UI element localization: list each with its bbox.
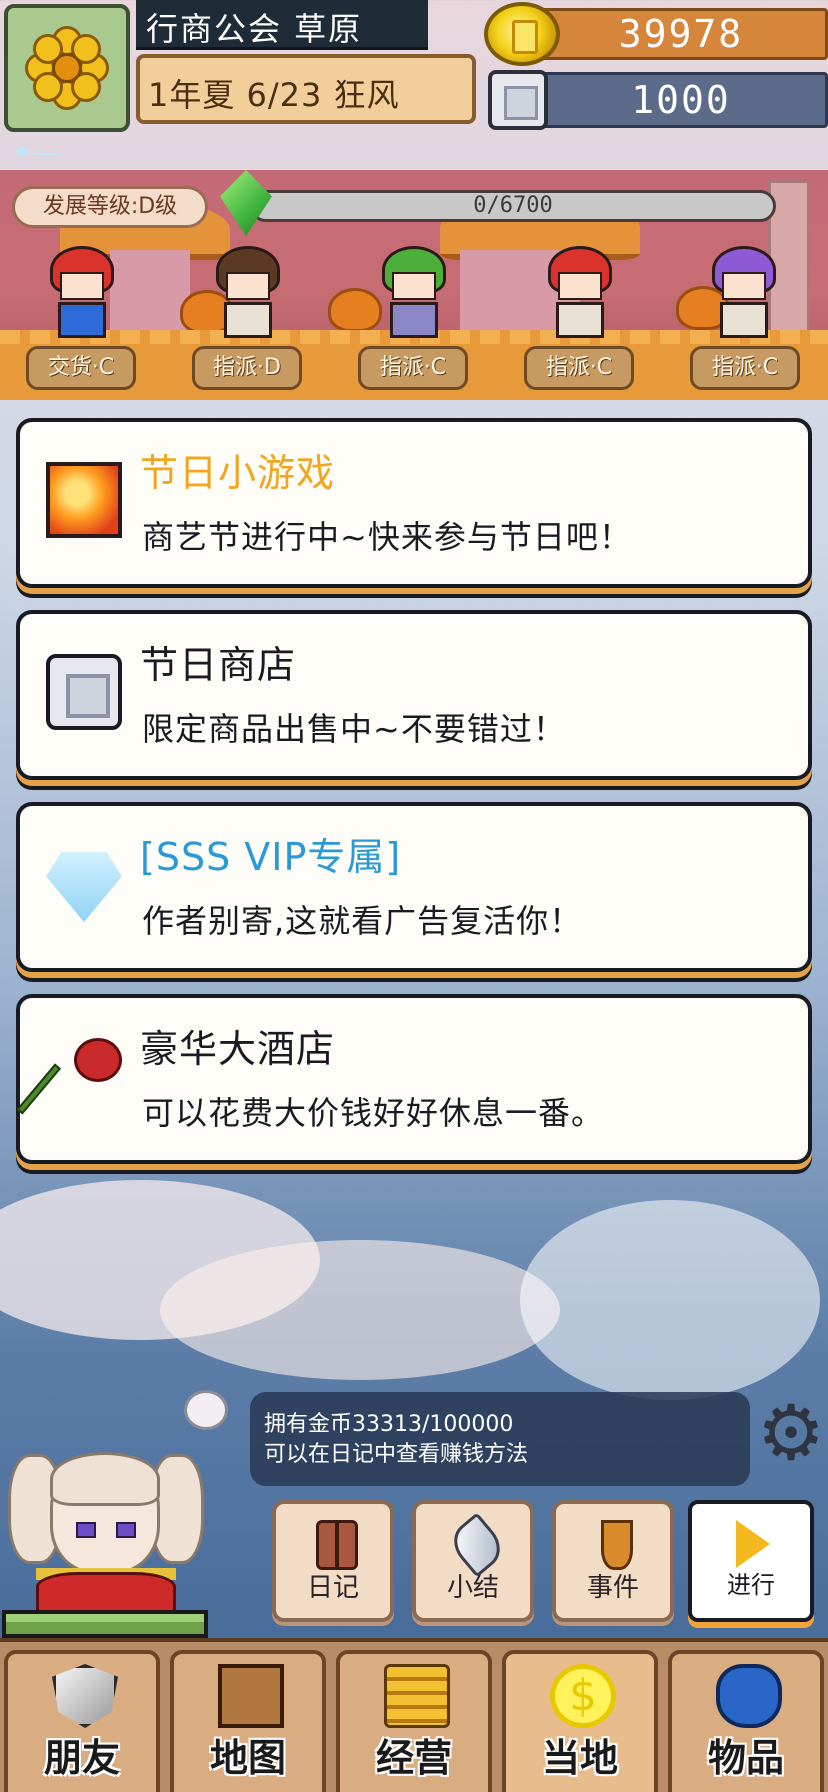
date-weather: 1年夏 6/23 狂风: [136, 54, 476, 124]
trophy-icon: [601, 1520, 633, 1570]
cloud: [160, 1240, 560, 1380]
nav-friends[interactable]: 朋友: [4, 1650, 160, 1792]
gold-coin-icon: [484, 2, 560, 66]
card-title: 节日商店: [140, 643, 297, 687]
diary-label: 日记: [306, 1573, 359, 1603]
staff-character[interactable]: [376, 246, 452, 342]
silver-counter: 1000: [484, 66, 828, 132]
cloud: [520, 1200, 820, 1400]
flower-icon: [25, 26, 109, 110]
card-title: 节日小游戏: [140, 451, 336, 495]
summary-button[interactable]: 小结: [412, 1500, 534, 1622]
nav-map[interactable]: 地图: [170, 1650, 326, 1792]
nav-business-label: 经营: [375, 1736, 452, 1780]
dollar-icon: $: [550, 1664, 616, 1728]
town-scene: 发展等级:D级 0/6700 交货·C 指派·D 指派·C 指派·C 指派·C: [0, 170, 828, 400]
development-level[interactable]: 发展等级:D级: [12, 186, 208, 228]
nav-local[interactable]: $ 当地: [502, 1650, 658, 1792]
summary-label: 小结: [446, 1573, 499, 1603]
comet-icon: ✦—: [12, 138, 60, 168]
silver-coin-icon: [46, 654, 122, 730]
exp-bar: 0/6700: [250, 190, 776, 222]
bush: [328, 288, 382, 332]
diary-button[interactable]: 日记: [272, 1500, 394, 1622]
nav-items[interactable]: 物品: [668, 1650, 824, 1792]
events-label: 事件: [586, 1573, 639, 1603]
festival-minigame-card[interactable]: 节日小游戏 商艺节进行中~快来参与节日吧！: [16, 418, 812, 588]
gold-counter: 39978: [484, 2, 828, 66]
guild-title: 行商公会 草原: [136, 0, 428, 50]
festival-shop-card[interactable]: 节日商店 限定商品出售中~不要错过！: [16, 610, 812, 780]
staff-character[interactable]: [210, 246, 286, 342]
guild-emblem[interactable]: [4, 4, 130, 132]
hotel-card[interactable]: 豪华大酒店 可以花费大价钱好好休息一番。: [16, 994, 812, 1164]
stamina-bar: [2, 1610, 208, 1638]
hint-line-1: 拥有金币33313/100000: [264, 1412, 514, 1437]
proceed-label: 进行: [727, 1571, 775, 1599]
role-button-2[interactable]: 指派·D: [192, 346, 302, 390]
fire-tile-icon: [46, 462, 122, 538]
book-icon: [316, 1520, 358, 1570]
rose-icon: [16, 1038, 122, 1115]
staff-character[interactable]: [44, 246, 120, 342]
vip-card[interactable]: [SSS VIP专属] 作者别寄,这就看广告复活你！: [16, 802, 812, 972]
nav-business[interactable]: 经营: [336, 1650, 492, 1792]
play-icon: [736, 1520, 770, 1568]
staff-character[interactable]: [542, 246, 618, 342]
diamond-icon: [46, 852, 122, 922]
shield-icon: [52, 1664, 118, 1728]
gold-amount: 39978: [534, 8, 828, 60]
proceed-button[interactable]: 进行: [688, 1500, 814, 1622]
role-button-3[interactable]: 指派·C: [358, 346, 468, 390]
role-button-4[interactable]: 指派·C: [524, 346, 634, 390]
nav-local-label: 当地: [541, 1736, 618, 1780]
map-icon: [218, 1664, 284, 1728]
nav-items-label: 物品: [707, 1736, 784, 1780]
card-title: [SSS VIP专属]: [140, 835, 402, 879]
events-button[interactable]: 事件: [552, 1500, 674, 1622]
message-bubble-icon[interactable]: [184, 1390, 228, 1430]
card-desc: 可以花费大价钱好好休息一番。: [142, 1094, 605, 1132]
card-desc: 作者别寄,这就看广告复活你！: [142, 902, 583, 940]
bag-icon: [716, 1664, 782, 1728]
nav-map-label: 地图: [209, 1736, 286, 1780]
card-desc: 商艺节进行中~快来参与节日吧！: [142, 518, 632, 556]
hint-box: 拥有金币33313/100000 可以在日记中查看赚钱方法: [250, 1392, 750, 1486]
player-portrait[interactable]: [0, 1442, 210, 1638]
role-button-5[interactable]: 指派·C: [690, 346, 800, 390]
role-button-1[interactable]: 交货·C: [26, 346, 136, 390]
gear-icon[interactable]: ⚙: [756, 1395, 826, 1471]
silver-amount: 1000: [534, 72, 828, 128]
silver-coin-icon: [488, 70, 548, 130]
nav-friends-label: 朋友: [43, 1736, 120, 1780]
hint-line-2: 可以在日记中查看赚钱方法: [264, 1442, 529, 1467]
card-desc: 限定商品出售中~不要错过！: [142, 710, 566, 748]
shop-wall: [110, 250, 190, 340]
card-title: 豪华大酒店: [140, 1027, 336, 1071]
coin-stack-icon: [384, 1664, 450, 1728]
staff-character[interactable]: [706, 246, 782, 342]
bottom-nav: 朋友 地图 经营 $ 当地 物品: [0, 1638, 828, 1792]
